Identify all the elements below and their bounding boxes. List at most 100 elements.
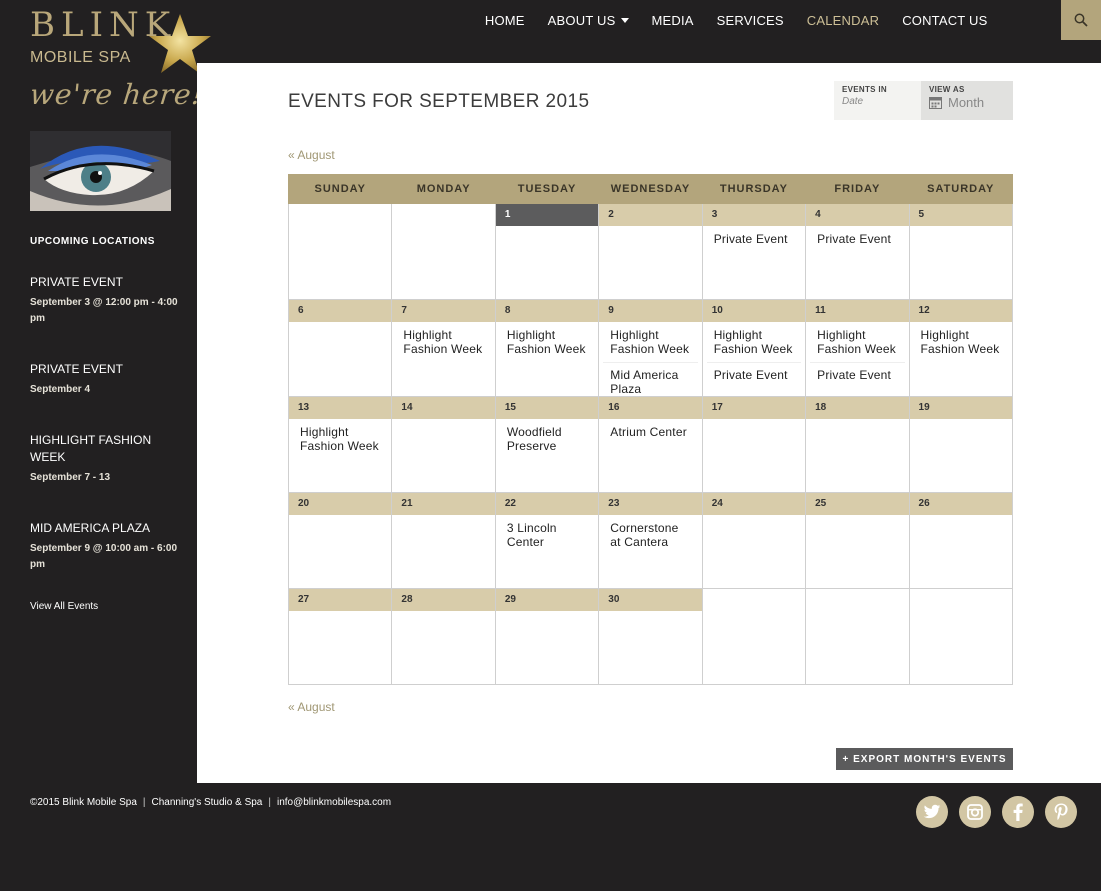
day-number: 12 — [909, 300, 1012, 322]
footer-separator: | — [142, 797, 146, 808]
footer-links: ©2015 Blink Mobile Spa | Channing's Stud… — [30, 797, 391, 808]
sidebar-event-title[interactable]: PRIVATE EVENT — [30, 274, 180, 291]
nav-contact-us[interactable]: CONTACT US — [891, 13, 999, 28]
calendar-day-cell[interactable]: 24 — [701, 492, 807, 589]
weekday-header: FRIDAY — [805, 174, 910, 204]
calendar-day-cell[interactable]: 28 — [391, 588, 496, 685]
weekday-header: MONDAY — [391, 174, 496, 204]
calendar-day-cell[interactable]: 20 — [287, 492, 393, 589]
calendar-event-link[interactable]: Highlight Fashion Week — [599, 322, 701, 356]
calendar-event-link[interactable]: Highlight Fashion Week — [703, 322, 805, 356]
calendar-day-cell[interactable]: 19 — [908, 396, 1014, 493]
calendar-day-cell[interactable]: 6 — [287, 299, 393, 397]
calendar-empty-cell — [805, 588, 910, 685]
studio-link[interactable]: Channing's Studio & Spa — [151, 797, 262, 808]
calendar-event-link[interactable]: Atrium Center — [599, 419, 701, 439]
social-links — [916, 796, 1077, 828]
calendar-event-link[interactable]: Private Event — [706, 362, 802, 382]
prev-month-link[interactable]: « August — [288, 148, 335, 162]
day-number: 15 — [495, 397, 599, 419]
sidebar-event-title[interactable]: PRIVATE EVENT — [30, 361, 180, 378]
calendar-day-cell[interactable]: 3 Private Event — [701, 203, 807, 300]
calendar-week-row: 20 21 22 3 Lincoln Center 23 Cornerstone at C… — [287, 492, 1014, 589]
sidebar-event[interactable]: PRIVATE EVENT September 3 @ 12:00 pm - 4… — [30, 274, 180, 327]
email-link[interactable]: info@blinkmobilespa.com — [277, 797, 391, 808]
day-number: 30 — [599, 589, 702, 611]
calendar-event-link[interactable]: Mid America Plaza — [603, 362, 698, 396]
day-number: 25 — [806, 493, 909, 515]
calendar-day-cell[interactable]: 7 Highlight Fashion Week — [391, 299, 496, 397]
calendar-day-cell[interactable]: 30 — [598, 588, 703, 685]
calendar-event-link[interactable]: Private Event — [810, 362, 905, 382]
facebook-link[interactable] — [1002, 796, 1034, 828]
twitter-link[interactable] — [916, 796, 948, 828]
calendar-event-link[interactable]: Private Event — [703, 226, 805, 246]
calendar-event-link[interactable]: Highlight Fashion Week — [806, 322, 908, 356]
day-number: 4 — [806, 204, 909, 226]
calendar-day-cell[interactable]: 9 Highlight Fashion Week Mid America Plaza — [598, 299, 703, 397]
calendar-day-cell[interactable]: 17 — [701, 396, 807, 493]
instagram-icon — [967, 804, 983, 820]
search-button[interactable] — [1061, 0, 1101, 40]
nav-home[interactable]: HOME — [473, 13, 536, 28]
calendar-day-cell[interactable]: 16 Atrium Center — [598, 396, 703, 493]
nav-calendar[interactable]: CALENDAR — [795, 13, 890, 28]
calendar-day-cell[interactable]: 15 Woodfield Preserve — [494, 396, 600, 493]
weekday-header: TUESDAY — [494, 174, 600, 204]
sidebar-event-date: September 3 @ 12:00 pm - 4:00 pm — [30, 297, 178, 324]
prev-month-link-bottom[interactable]: « August — [288, 700, 335, 714]
calendar-day-cell[interactable]: 14 — [391, 396, 496, 493]
calendar-event-link[interactable]: Cornerstone at Cantera — [599, 515, 701, 549]
day-number: 27 — [289, 589, 392, 611]
calendar-day-cell[interactable]: 10 Highlight Fashion Week Private Event — [701, 299, 807, 397]
sidebar-event-date: September 9 @ 10:00 am - 6:00 pm — [30, 543, 178, 570]
calendar-day-cell[interactable]: 22 3 Lincoln Center — [494, 492, 600, 589]
calendar-day-cell[interactable]: 8 Highlight Fashion Week — [494, 299, 600, 397]
calendar-event-link[interactable]: Highlight Fashion Week — [910, 322, 1012, 356]
day-number: 10 — [702, 300, 806, 322]
calendar-event-link[interactable]: Highlight Fashion Week — [496, 322, 598, 356]
sidebar-event[interactable]: PRIVATE EVENT September 4 — [30, 361, 180, 398]
calendar-day-cell[interactable]: 29 — [494, 588, 600, 685]
calendar-day-cell[interactable]: 18 — [805, 396, 910, 493]
calendar-day-cell[interactable]: 23 Cornerstone at Cantera — [598, 492, 703, 589]
day-number: 9 — [599, 300, 702, 322]
view-all-events-link[interactable]: View All Events — [30, 601, 98, 612]
calendar-day-cell[interactable]: 26 — [908, 492, 1014, 589]
sidebar-event[interactable]: MID AMERICA PLAZA September 9 @ 10:00 am… — [30, 520, 180, 573]
view-as-selector[interactable]: VIEW AS Month — [921, 81, 1013, 120]
calendar-day-cell[interactable]: 4 Private Event — [805, 203, 910, 300]
calendar-day-cell[interactable]: 1 — [494, 203, 600, 300]
calendar-day-cell[interactable]: 21 — [391, 492, 496, 589]
calendar-day-cell[interactable]: 2 — [598, 203, 703, 300]
calendar-day-cell[interactable]: 12 Highlight Fashion Week — [908, 299, 1014, 397]
day-number: 20 — [289, 493, 392, 515]
calendar-week-row: 6 7 Highlight Fashion Week 8 Highlight Fashi… — [287, 299, 1014, 397]
sidebar-event-title[interactable]: MID AMERICA PLAZA — [30, 520, 180, 537]
nav-services[interactable]: SERVICES — [705, 13, 795, 28]
sidebar-event-title[interactable]: HIGHLIGHT FASHION WEEK — [30, 432, 180, 466]
calendar-day-cell[interactable]: 5 — [908, 203, 1014, 300]
nav-media[interactable]: MEDIA — [640, 13, 705, 28]
calendar-day-cell[interactable]: 13 Highlight Fashion Week — [287, 396, 393, 493]
calendar-event-link[interactable]: Private Event — [806, 226, 908, 246]
calendar-event-link[interactable]: Highlight Fashion Week — [392, 322, 494, 356]
events-bar: EVENTS IN Date VIEW AS Month — [834, 81, 1013, 120]
weekday-header: SUNDAY — [287, 174, 393, 204]
chevron-down-icon — [620, 17, 629, 23]
instagram-link[interactable] — [959, 796, 991, 828]
calendar-day-cell[interactable]: 27 — [287, 588, 393, 685]
pinterest-link[interactable] — [1045, 796, 1077, 828]
calendar-event-link[interactable]: Highlight Fashion Week — [289, 419, 391, 453]
facebook-icon — [1013, 803, 1023, 821]
calendar-day-cell[interactable]: 11 Highlight Fashion Week Private Event — [805, 299, 910, 397]
nav-about-us[interactable]: ABOUT US — [536, 13, 640, 28]
date-search-field[interactable]: EVENTS IN Date — [834, 81, 921, 120]
calendar-event-link[interactable]: Woodfield Preserve — [496, 419, 598, 453]
day-number: 24 — [702, 493, 806, 515]
sidebar-event[interactable]: HIGHLIGHT FASHION WEEK September 7 - 13 — [30, 432, 180, 486]
export-events-button[interactable]: + EXPORT MONTH'S EVENTS — [836, 748, 1013, 770]
brand-logo[interactable]: BLINK MOBILE SPA — [30, 8, 211, 73]
calendar-event-link[interactable]: 3 Lincoln Center — [496, 515, 598, 549]
calendar-day-cell[interactable]: 25 — [805, 492, 910, 589]
